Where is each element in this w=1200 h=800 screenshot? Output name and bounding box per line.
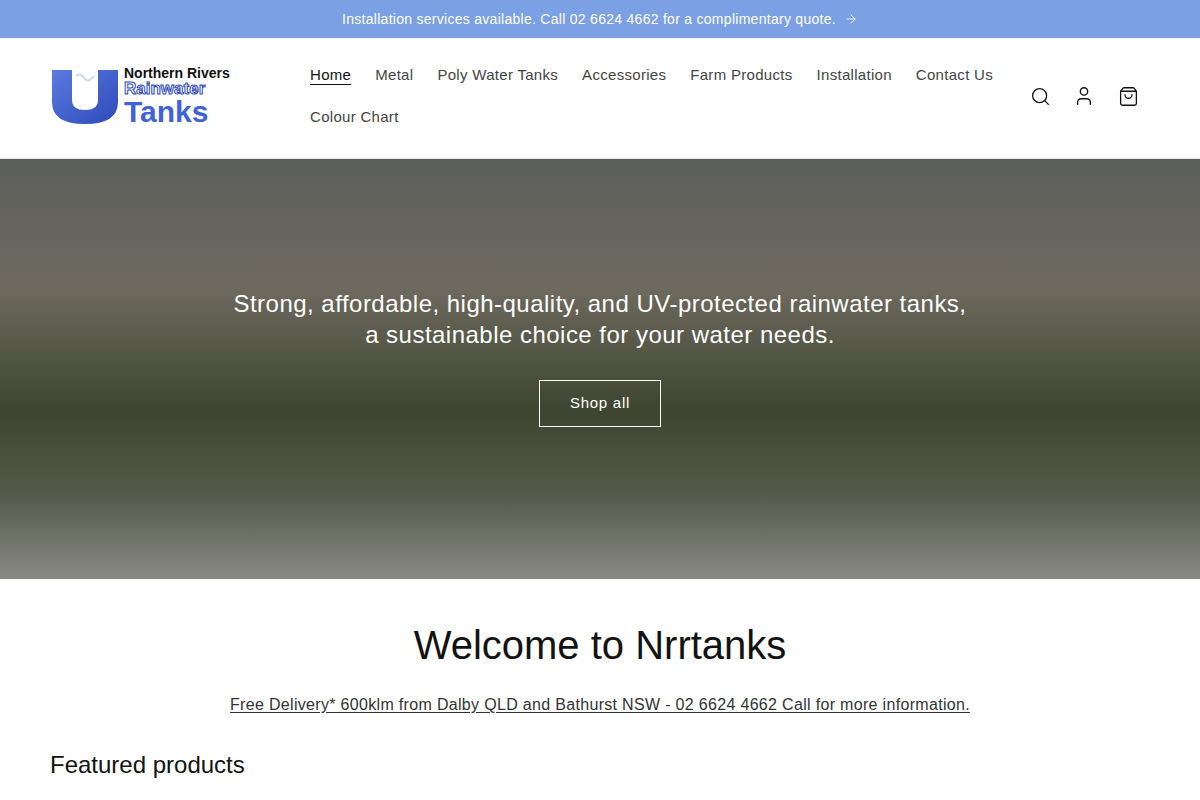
main-nav: HomeMetalPoly Water TanksAccessoriesFarm…	[298, 54, 1013, 138]
arrow-right-icon	[844, 12, 858, 26]
nav-item[interactable]: Metal	[363, 54, 425, 96]
nav-item[interactable]: Accessories	[570, 54, 678, 96]
announcement-text[interactable]: Installation services available. Call 02…	[342, 9, 836, 30]
logo-line2: Rainwater	[124, 80, 230, 97]
delivery-link[interactable]: Free Delivery* 600klm from Dalby QLD and…	[230, 693, 970, 717]
logo-icon	[50, 66, 120, 126]
hero-heading: Strong, affordable, high-quality, and UV…	[225, 288, 975, 350]
page: Installation services available. Call 02…	[0, 0, 1200, 800]
header: Northern RiversRainwaterTanksHomeMetalPo…	[0, 38, 1200, 159]
nav-item[interactable]: Poly Water Tanks	[425, 54, 570, 96]
hero: Strong, affordable, high-quality, and UV…	[0, 159, 1200, 579]
cart-button[interactable]	[1106, 74, 1150, 118]
announcement-bar[interactable]: Installation services available. Call 02…	[0, 0, 1200, 38]
welcome-title: Welcome to Nrrtanks	[414, 621, 787, 669]
logo[interactable]: Northern RiversRainwaterTanks	[50, 66, 298, 127]
featured: Featured products	[0, 717, 1200, 780]
nav-item[interactable]: Home	[298, 54, 363, 96]
search-button[interactable]	[1018, 74, 1062, 118]
nav-item[interactable]: Colour Chart	[298, 96, 411, 138]
account-button[interactable]	[1062, 74, 1106, 118]
nav-item[interactable]: Farm Products	[678, 54, 804, 96]
shop-all-button[interactable]: Shop all	[539, 380, 661, 427]
search-icon	[1030, 86, 1051, 107]
nav-item[interactable]: Installation	[805, 54, 904, 96]
logo-line1: Northern Rivers	[124, 66, 230, 80]
user-icon	[1073, 85, 1095, 107]
featured-title: Featured products	[50, 750, 1150, 780]
logo-line3: Tanks	[124, 97, 230, 127]
nav-item[interactable]: Contact Us	[904, 54, 1005, 96]
welcome: Welcome to Nrrtanks Free Delivery* 600klm…	[0, 579, 1200, 717]
header-icons	[1018, 74, 1150, 118]
bag-icon	[1118, 86, 1139, 107]
